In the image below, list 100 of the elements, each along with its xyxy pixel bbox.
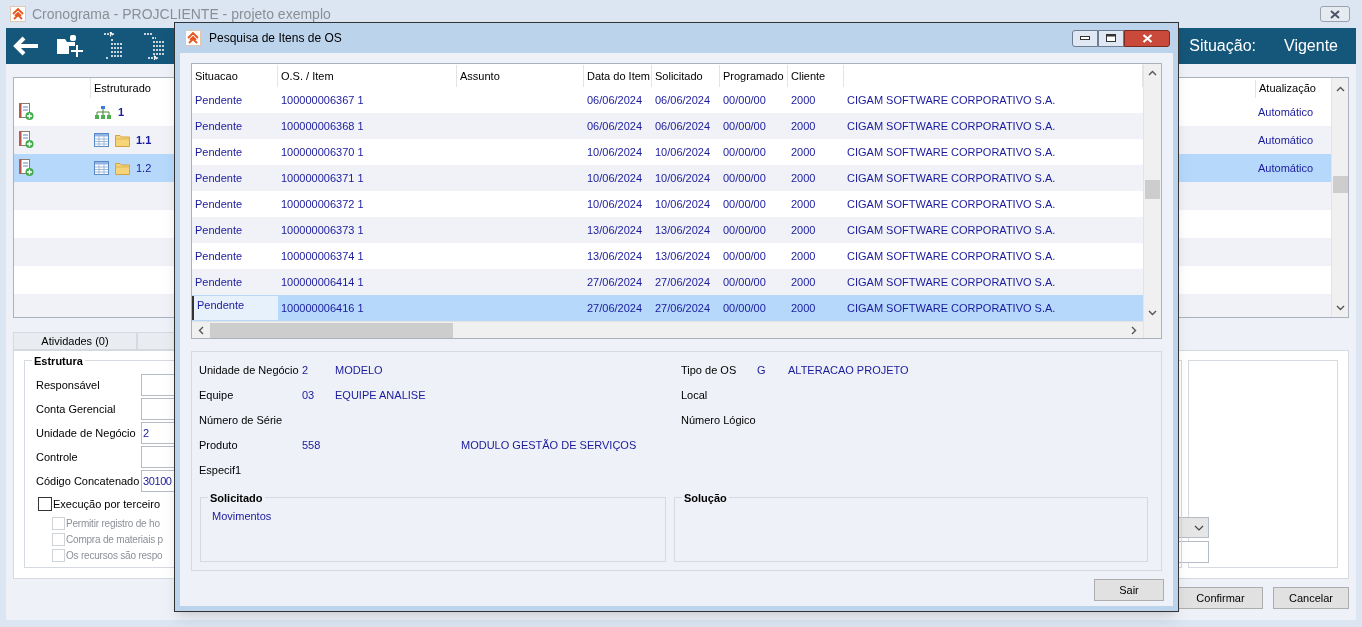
table-cell-text: 100000006374 1 xyxy=(281,248,364,264)
table-cell: CIGAM SOFTWARE CORPORATIVO S.A. xyxy=(847,223,1056,236)
table-cell-text: Pendente xyxy=(195,170,243,186)
button[interactable]: Cancelar xyxy=(1273,587,1349,609)
document-add-icon[interactable] xyxy=(18,131,34,149)
tab[interactable] xyxy=(137,332,177,350)
checkbox-label: Permitir registro de ho xyxy=(66,516,160,531)
table-row[interactable]: Pendente 100000006373 1 13/06/2024 13/06/2024 00/00/00 2000 CIGAM SOFTWARE CORPORATIVO S.A. xyxy=(192,217,1143,243)
table-cell-text: 27/06/2024 xyxy=(655,300,711,316)
table-cell-text: 100000006372 1 xyxy=(281,196,364,212)
field-label: Código Concatenado xyxy=(36,473,141,489)
scroll-up-icon[interactable] xyxy=(1335,86,1345,92)
table-row[interactable]: Pendente 100000006371 1 10/06/2024 10/06/2024 00/00/00 2000 CIGAM SOFTWARE CORPORATIVO S.A. xyxy=(192,165,1143,191)
table-cell: CIGAM SOFTWARE CORPORATIVO S.A. xyxy=(847,145,1056,158)
field-label: Responsável xyxy=(36,377,101,393)
table-cell-text: 2000 xyxy=(791,196,816,212)
table-cell-text: 06/06/2024 xyxy=(587,92,643,108)
back-arrow-icon[interactable] xyxy=(12,35,40,57)
table-cell-text: 27/06/2024 xyxy=(655,274,711,290)
table-cell-text: Pendente xyxy=(195,144,243,160)
table-cell-text: 00/00/00 xyxy=(723,274,766,290)
maximize-button[interactable] xyxy=(1098,29,1124,47)
maximize-icon xyxy=(1106,34,1116,42)
field-value: MODELO xyxy=(335,363,383,379)
column-header: Estruturado xyxy=(93,80,152,96)
tab[interactable]: Atividades (0) xyxy=(13,332,137,350)
table-cell-text: 2000 xyxy=(791,118,816,134)
table-cell-text: Automático xyxy=(1257,160,1315,176)
button[interactable]: Confirmar xyxy=(1178,587,1263,609)
table-row[interactable]: Pendente 100000006414 1 27/06/2024 27/06/2024 00/00/00 2000 CIGAM SOFTWARE CORPORATIVO S.A. xyxy=(192,269,1143,295)
app-icon xyxy=(10,6,26,22)
field-label: Conta Gerencial xyxy=(36,401,117,417)
status-label: Situação: xyxy=(1189,36,1256,56)
table-cell: CIGAM SOFTWARE CORPORATIVO S.A. xyxy=(847,197,1056,210)
horizontal-scrollbar[interactable] xyxy=(192,321,1143,338)
table-cell-text: 13/06/2024 xyxy=(587,248,643,264)
folder-icon xyxy=(115,161,130,175)
scroll-right-icon[interactable] xyxy=(1131,325,1137,335)
table-cell-text: 100000006414 1 xyxy=(281,274,364,290)
close-button[interactable] xyxy=(1124,29,1170,47)
table-cell-text: 10/06/2024 xyxy=(655,170,711,186)
table-cell-text: 100000006416 1 xyxy=(281,300,364,316)
table-cell-text: Automático xyxy=(1257,104,1315,120)
table-cell-text: 100000006367 1 xyxy=(281,92,364,108)
field-value: EQUIPE ANALISE xyxy=(335,388,426,404)
table-icon xyxy=(94,161,109,175)
table-row[interactable]: Pendente 100000006416 1 27/06/2024 27/06/2024 00/00/00 2000 CIGAM SOFTWARE CORPORATIVO S.A. xyxy=(192,295,1143,321)
table-cell-text: 06/06/2024 xyxy=(655,118,711,134)
document-add-icon[interactable] xyxy=(18,103,34,121)
scroll-left-icon[interactable] xyxy=(198,325,204,335)
table-cell-text: 00/00/00 xyxy=(723,118,766,134)
table-cell-text: 00/00/00 xyxy=(723,196,766,212)
field-value: 558 xyxy=(302,438,322,454)
field-value: G xyxy=(757,363,767,379)
table-cell-text: 2000 xyxy=(791,274,816,290)
checkbox-label: Execução por terceiro xyxy=(53,496,160,512)
table-cell-text: 2000 xyxy=(791,300,816,316)
vertical-scrollbar[interactable] xyxy=(1331,78,1348,317)
table-cell-text: Pendente xyxy=(195,222,243,238)
scroll-thumb[interactable] xyxy=(1145,180,1160,199)
table-row[interactable]: Pendente 100000006368 1 06/06/2024 06/06/2024 00/00/00 2000 CIGAM SOFTWARE CORPORATIVO S.A. xyxy=(192,113,1143,139)
table-cell-text: 10/06/2024 xyxy=(655,144,711,160)
table-cell-text: 13/06/2024 xyxy=(655,222,711,238)
table-cell: CIGAM SOFTWARE CORPORATIVO S.A. xyxy=(847,249,1056,262)
table-cell: CIGAM SOFTWARE CORPORATIVO S.A. xyxy=(847,275,1056,288)
scroll-down-icon[interactable] xyxy=(1148,310,1157,316)
folder-add-icon[interactable] xyxy=(56,33,84,59)
field-label: Número de Série xyxy=(199,413,284,429)
table-cell-text: Pendente xyxy=(197,298,245,313)
scroll-thumb[interactable] xyxy=(1332,176,1348,193)
checkbox-label: Compra de materiais p xyxy=(66,532,163,547)
vertical-scrollbar[interactable] xyxy=(1143,64,1161,338)
field-label: Unidade de Negócio xyxy=(36,425,137,441)
close-button[interactable] xyxy=(1320,6,1350,22)
document-add-icon[interactable] xyxy=(18,159,34,177)
scroll-down-icon[interactable] xyxy=(1335,305,1345,311)
table-cell-text: 2000 xyxy=(791,92,816,108)
table-cell-text: Pendente xyxy=(195,274,243,290)
item-code: 1.1 xyxy=(136,132,152,148)
scroll-up-icon[interactable] xyxy=(1148,70,1157,76)
minimize-button[interactable] xyxy=(1072,29,1098,47)
field-label: Controle xyxy=(36,449,79,465)
scroll-thumb[interactable] xyxy=(210,322,453,338)
table-cell: CIGAM SOFTWARE CORPORATIVO S.A. xyxy=(847,119,1056,132)
table-cell: CIGAM SOFTWARE CORPORATIVO S.A. xyxy=(847,301,1056,314)
checkbox[interactable] xyxy=(38,497,52,511)
table-cell-text: 2000 xyxy=(791,170,816,186)
table-cell-text: 00/00/00 xyxy=(723,222,766,238)
table-cell-text: 00/00/00 xyxy=(723,92,766,108)
field-label: Tipo de OS xyxy=(681,363,738,379)
checkbox-label: Os recursos são respo xyxy=(66,548,163,563)
field-label: Produto xyxy=(199,438,239,454)
table-cell-text: Pendente xyxy=(195,196,243,212)
close-button[interactable]: Sair xyxy=(1094,579,1164,601)
table-cell-text: 10/06/2024 xyxy=(587,170,643,186)
table-cell-text: 00/00/00 xyxy=(723,300,766,316)
minimize-icon xyxy=(1080,36,1090,40)
table-cell-text: 2000 xyxy=(791,144,816,160)
item-code: 1 xyxy=(118,104,125,120)
table-cell-text: 10/06/2024 xyxy=(655,196,711,212)
